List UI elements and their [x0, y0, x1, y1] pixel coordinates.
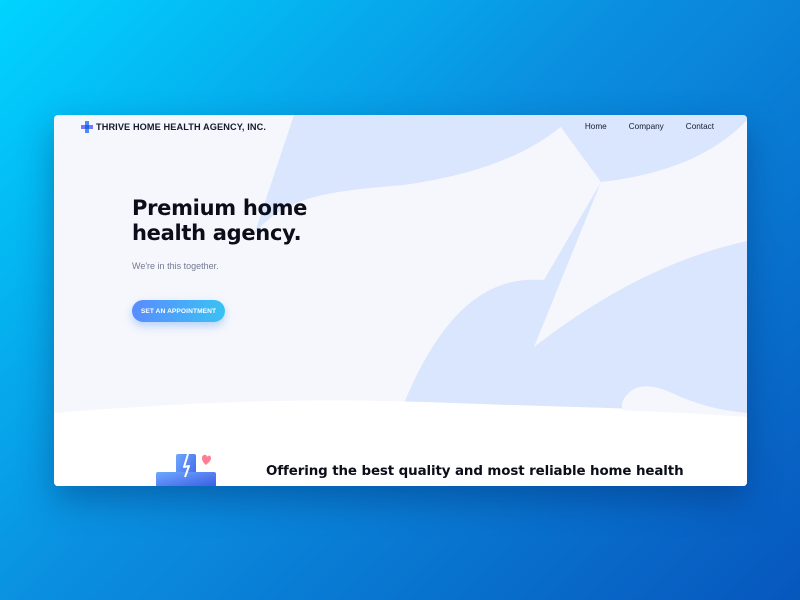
medical-cross-heart-icon	[156, 453, 216, 486]
services-heading: Offering the best quality and most relia…	[266, 464, 684, 479]
main-nav: Home Company Contact	[585, 122, 714, 131]
logo[interactable]: THRIVE HOME HEALTH AGENCY, INC.	[81, 121, 266, 133]
nav-company-link[interactable]: Company	[629, 122, 664, 131]
nav-contact-link[interactable]: Contact	[686, 122, 714, 131]
set-appointment-button[interactable]: SET AN APPOINTMENT	[132, 300, 225, 322]
browser-window: THRIVE HOME HEALTH AGENCY, INC. Home Com…	[54, 115, 747, 486]
site-header: THRIVE HOME HEALTH AGENCY, INC. Home Com…	[54, 115, 747, 141]
hero-title-line-2: health agency.	[132, 221, 302, 245]
nav-home-link[interactable]: Home	[585, 122, 607, 131]
hero-title-line-1: Premium home	[132, 196, 308, 220]
logo-text: THRIVE HOME HEALTH AGENCY, INC.	[96, 122, 267, 132]
medical-cross-icon	[81, 121, 93, 133]
hero-subtitle: We're in this together.	[132, 261, 219, 271]
hero-title: Premium home health agency.	[132, 196, 352, 246]
